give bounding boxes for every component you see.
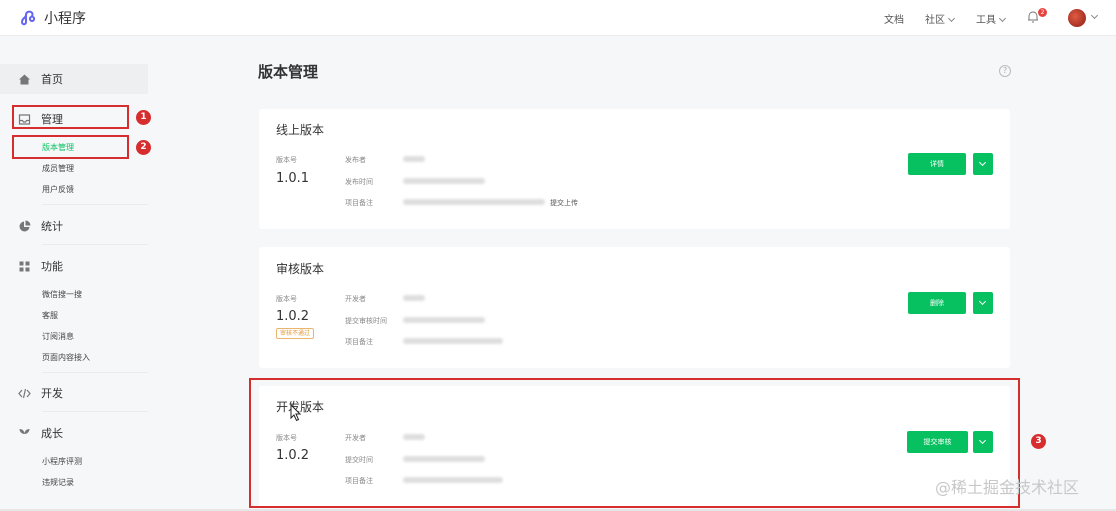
sidebar-item-growth[interactable]: 成长	[18, 425, 63, 441]
review-status-badge: 审核不通过	[276, 328, 315, 339]
sidebar-divider	[42, 244, 148, 245]
blurred-publisher	[403, 156, 425, 162]
version-number: 1.0.2	[276, 309, 310, 324]
sidebar-item-customer-service[interactable]: 客服	[42, 310, 58, 321]
version-label: 版本号	[276, 295, 297, 303]
details-button[interactable]: 详情	[908, 153, 966, 175]
highlight-box-manage	[12, 105, 129, 129]
delete-button[interactable]: 删除	[908, 292, 966, 314]
publisher-label: 发布者	[345, 156, 366, 164]
app-name: 小程序	[44, 11, 86, 27]
sidebar-item-wechat-search[interactable]: 微信搜一搜	[42, 289, 82, 300]
sidebar-item-label: 首页	[41, 73, 63, 86]
note-suffix: 提交上传	[550, 199, 578, 207]
chevron-down-icon	[998, 14, 1007, 23]
nav-docs-link[interactable]: 文档	[884, 11, 904, 26]
highlight-box-version-management	[12, 135, 129, 159]
project-note-label: 项目备注	[345, 199, 373, 207]
sidebar-item-develop[interactable]: 开发	[18, 385, 63, 401]
sidebar-item-stats[interactable]: 统计	[18, 218, 63, 234]
sidebar-divider	[42, 204, 148, 205]
sidebar-item-label: 功能	[41, 260, 63, 273]
sidebar-item-page-content[interactable]: 页面内容接入	[42, 352, 90, 363]
online-version-card: 线上版本 版本号 1.0.1 发布者 发布时间 项目备注 提交上传 详情	[259, 109, 1010, 229]
notification-badge: 2	[1038, 8, 1047, 17]
highlight-box-dev-version	[249, 378, 1020, 508]
chevron-down-icon	[947, 14, 956, 23]
publish-time-label: 发布时间	[345, 178, 373, 186]
logo[interactable]: 小程序	[18, 8, 86, 28]
version-number: 1.0.1	[276, 171, 310, 186]
grid-icon	[19, 261, 30, 271]
user-avatar[interactable]	[1068, 9, 1086, 27]
annotation-marker-1: 1	[136, 110, 151, 125]
more-actions-dropdown[interactable]	[973, 153, 993, 175]
review-version-card: 审核版本 版本号 1.0.2 审核不通过 开发者 提交审核时间 项目备注 删除	[259, 247, 1010, 368]
blurred-note	[403, 199, 545, 205]
card-title: 线上版本	[276, 123, 325, 137]
sidebar-item-subscription-messages[interactable]: 订阅消息	[42, 331, 74, 342]
blurred-note	[403, 338, 503, 344]
sidebar-divider	[42, 411, 148, 412]
blurred-submit-time	[403, 317, 485, 323]
version-label: 版本号	[276, 156, 297, 164]
sidebar-item-violations[interactable]: 违规记录	[42, 477, 74, 488]
miniprogram-logo-icon	[21, 10, 36, 26]
annotation-marker-3: 3	[1031, 434, 1046, 449]
project-note-label: 项目备注	[345, 338, 373, 346]
sidebar-item-label: 开发	[41, 387, 63, 400]
top-bar: 小程序 文档 社区 工具 2	[0, 0, 1116, 36]
sidebar-item-home[interactable]: 首页	[18, 71, 63, 87]
submit-review-time-label: 提交审核时间	[345, 317, 387, 325]
help-icon[interactable]: ?	[999, 65, 1011, 77]
watermark: @稀土掘金技术社区	[935, 478, 1080, 497]
home-icon	[19, 74, 30, 84]
mouse-cursor-icon	[290, 404, 302, 422]
blurred-publish-time	[403, 178, 485, 184]
nav-tools-label: 工具	[976, 15, 996, 26]
code-icon	[18, 388, 31, 398]
sidebar-item-label: 统计	[41, 220, 63, 233]
page-title: 版本管理	[258, 63, 319, 81]
sidebar-item-features[interactable]: 功能	[18, 258, 63, 274]
sidebar-item-label: 成长	[41, 427, 63, 440]
nav-community-label: 社区	[925, 15, 945, 26]
annotation-marker-2: 2	[136, 140, 151, 155]
nav-community-menu[interactable]: 社区	[925, 11, 956, 26]
pie-chart-icon	[19, 220, 31, 231]
sidebar-item-user-feedback[interactable]: 用户反馈	[42, 184, 74, 195]
developer-label: 开发者	[345, 295, 366, 303]
blurred-developer	[403, 295, 425, 301]
nav-tools-menu[interactable]: 工具	[976, 11, 1007, 26]
more-actions-dropdown[interactable]	[973, 292, 993, 314]
sprout-icon	[19, 428, 30, 439]
sidebar-divider	[42, 372, 148, 373]
sidebar-item-member-management[interactable]: 成员管理	[42, 163, 74, 174]
card-title: 审核版本	[276, 262, 325, 276]
avatar-chevron-down-icon[interactable]	[1090, 11, 1099, 20]
sidebar-item-evaluation[interactable]: 小程序评测	[42, 456, 82, 467]
